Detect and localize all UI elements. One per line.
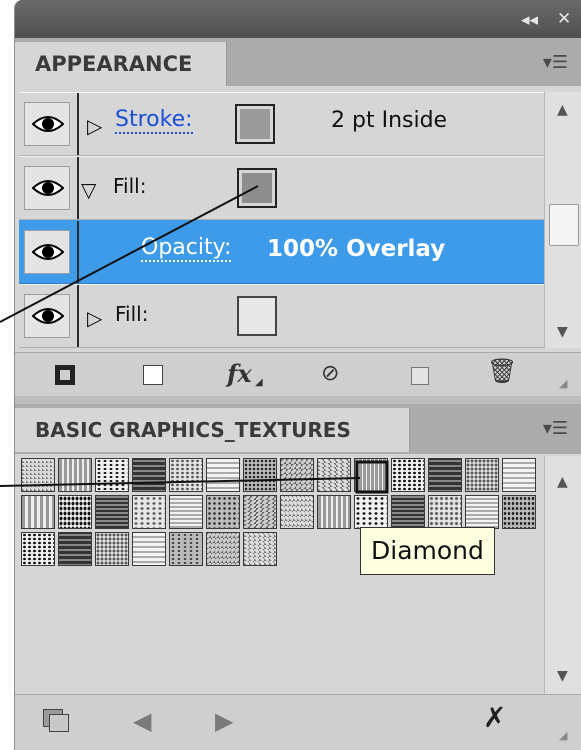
selected-swatch-highlight bbox=[355, 460, 389, 494]
callout-line-swatch bbox=[0, 477, 361, 487]
callout-line-fill bbox=[0, 185, 259, 323]
callout-lines bbox=[0, 185, 389, 494]
